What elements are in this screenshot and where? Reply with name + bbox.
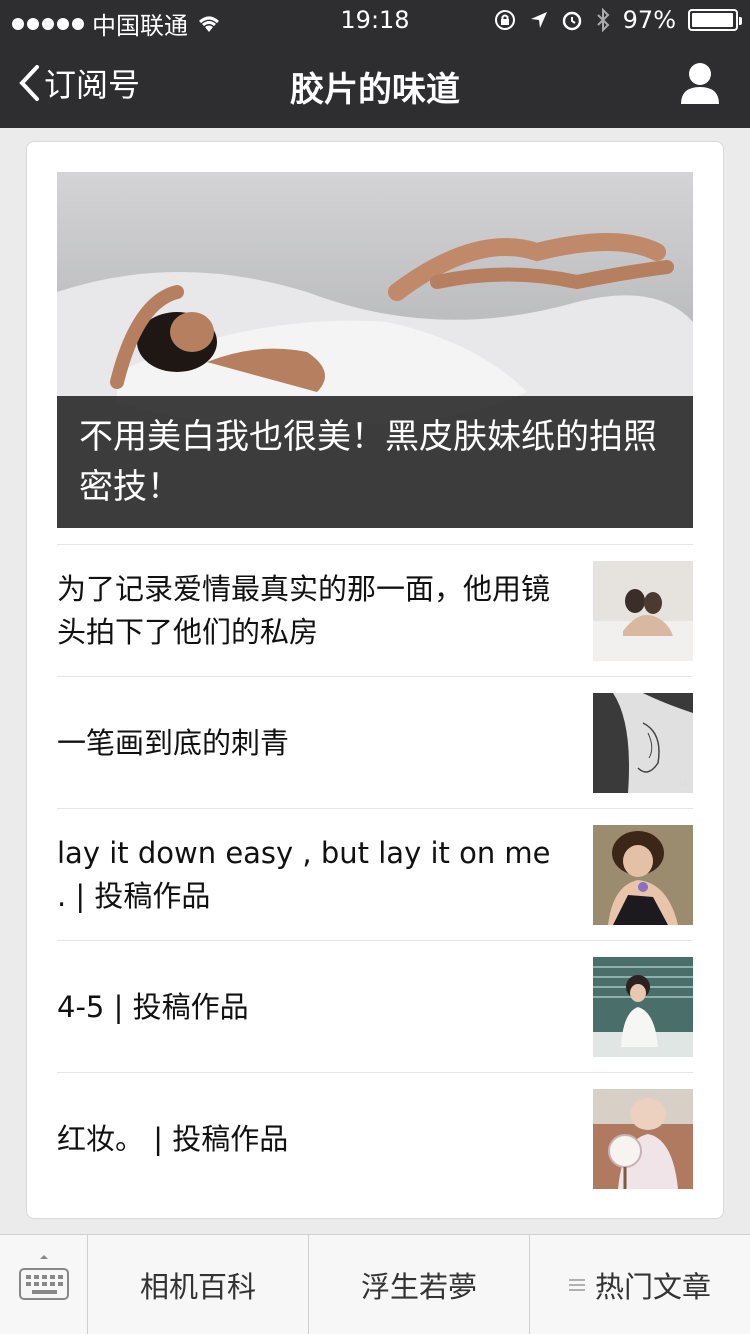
hero-article[interactable]: 不用美白我也很美！黑皮肤妹纸的拍照密技！ (57, 172, 693, 528)
article-thumbnail (593, 957, 693, 1057)
battery-percent: 97% (622, 6, 676, 34)
location-icon (530, 12, 547, 28)
menu-label: 相机百科 (139, 1270, 256, 1304)
article-card: 不用美白我也很美！黑皮肤妹纸的拍照密技！ 为了记录爱情最真实的那一面，他用镜头拍… (26, 141, 724, 1219)
user-profile-icon[interactable] (680, 62, 720, 106)
article-thumbnail: M (593, 693, 693, 793)
submenu-icon (568, 1276, 585, 1294)
menu-floating-life[interactable]: 浮生若夢 (309, 1235, 530, 1334)
nav-bar: 订阅号 胶片的味道 (0, 40, 750, 128)
keyboard-icon (19, 1255, 69, 1300)
hero-caption: 不用美白我也很美！黑皮肤妹纸的拍照密技！ (57, 396, 693, 528)
menu-label: 浮生若夢 (360, 1270, 477, 1304)
battery-icon (688, 9, 742, 31)
article-thumbnail (593, 1089, 693, 1189)
list-item[interactable]: 4-5 | 投稿作品 (57, 940, 693, 1072)
page-title: 胶片的味道 (290, 70, 460, 110)
article-thumbnail (593, 561, 693, 661)
list-item[interactable]: 红妆。 | 投稿作品 (57, 1072, 693, 1204)
svg-text:M: M (679, 779, 688, 790)
article-thumbnail (593, 825, 693, 925)
list-item[interactable]: 为了记录爱情最真实的那一面，他用镜头拍下了他们的私房 (57, 544, 693, 676)
article-title: 为了记录爱情最真实的那一面，他用镜头拍下了他们的私房 (57, 572, 551, 649)
rotation-lock-icon (494, 10, 515, 30)
list-item[interactable]: 一笔画到底的刺青 M (57, 676, 693, 808)
alarm-icon (562, 11, 581, 31)
article-title: 一笔画到底的刺青 (57, 725, 290, 760)
menu-label: 热门文章 (594, 1270, 711, 1304)
article-list: 为了记录爱情最真实的那一面，他用镜头拍下了他们的私房 一笔画到底的刺青 M la… (57, 544, 693, 1204)
keyboard-toggle-button[interactable] (0, 1235, 88, 1334)
article-title: 4-5 | 投稿作品 (57, 989, 249, 1024)
status-right: 97% (493, 6, 742, 34)
menu-hot-articles[interactable]: 热门文章 (530, 1235, 750, 1334)
bluetooth-icon (596, 8, 610, 32)
bottom-menu: 相机百科 浮生若夢 热门文章 (0, 1234, 750, 1334)
article-title: 红妆。 | 投稿作品 (57, 1121, 289, 1156)
list-item[interactable]: lay it down easy , but lay it on me . | … (57, 808, 693, 940)
status-bar: 中国联通 19:18 97% (0, 0, 750, 40)
menu-camera-wiki[interactable]: 相机百科 (88, 1235, 309, 1334)
article-title: lay it down easy , but lay it on me . | … (57, 836, 551, 913)
